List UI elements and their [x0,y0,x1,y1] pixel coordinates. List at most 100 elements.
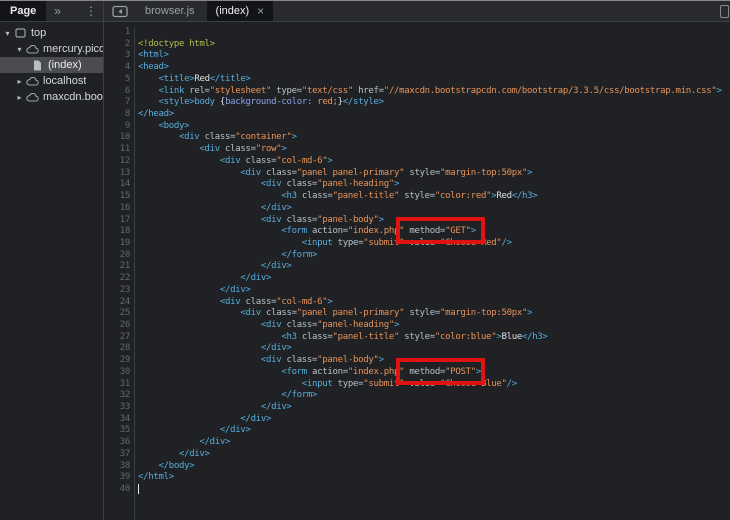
code-line: </div> [138,273,730,285]
code-line: <head> [138,62,730,74]
frame-icon [13,28,28,38]
line-number: 30 [104,367,130,379]
code-editor[interactable]: 1234567891011121314151617181920212223242… [104,22,730,520]
code-line: </html> [138,472,730,484]
close-icon[interactable]: × [257,5,264,17]
expander-icon[interactable]: ▾ [2,29,13,38]
show-navigator-icon[interactable] [111,1,129,21]
line-number: 2 [104,39,130,51]
line-number: 5 [104,74,130,86]
line-number: 39 [104,472,130,484]
code-line: <h3 class="panel-title" style="color:blu… [138,332,730,344]
file-icon [30,60,45,71]
line-number: 31 [104,379,130,391]
tree-item-label: localhost [43,75,86,87]
line-number: 22 [104,273,130,285]
line-number: 10 [104,132,130,144]
code-line: </div> [138,203,730,215]
line-number: 11 [104,144,130,156]
line-number: 6 [104,86,130,98]
code-line: </div> [138,285,730,297]
line-number: 16 [104,203,130,215]
tree-item-mercury-picoct[interactable]: ▾ mercury.picoct [0,41,103,57]
code-line: </div> [138,425,730,437]
line-number: 14 [104,179,130,191]
code-line: <html> [138,50,730,62]
line-number: 35 [104,425,130,437]
file-tree: ▾ top ▾ mercury.picoct (index) ▸ localhost ▸ max… [0,22,103,105]
panel-corner-icon[interactable] [720,5,729,18]
code-line: </div> [138,437,730,449]
line-number: 29 [104,355,130,367]
line-number: 17 [104,215,130,227]
text-cursor [138,484,139,494]
code-line: <title>Red</title> [138,74,730,86]
code-line [138,27,730,39]
code-line: <!doctype html> [138,39,730,51]
code-line: </div> [138,402,730,414]
line-number: 7 [104,97,130,109]
line-number: 28 [104,343,130,355]
tab-index-label: (index) [216,5,250,17]
line-number: 23 [104,285,130,297]
tab-page[interactable]: Page [0,1,46,21]
cloud-icon [25,93,40,102]
expander-icon[interactable]: ▸ [14,77,25,86]
code-line: </head> [138,109,730,121]
tree-item-maxcdn-bootst[interactable]: ▸ maxcdn.bootst [0,89,103,105]
tree-item-localhost[interactable]: ▸ localhost [0,73,103,89]
tab-browser-js[interactable]: browser.js [133,1,207,21]
expander-icon[interactable]: ▾ [14,45,25,54]
line-number: 1 [104,27,130,39]
tree-item-label: mercury.picoct [43,43,103,55]
code-line: </form> [138,390,730,402]
line-number: 27 [104,332,130,344]
line-number: 32 [104,390,130,402]
code-line: <div class="panel-heading"> [138,320,730,332]
line-number: 21 [104,261,130,273]
navigator-header: Page » ⋮ [0,1,103,22]
line-number: 37 [104,449,130,461]
line-number: 40 [104,484,130,496]
code-line: </body> [138,461,730,473]
code-line: <div class="panel panel-primary" style="… [138,308,730,320]
line-number: 8 [104,109,130,121]
line-number: 33 [104,402,130,414]
get-method-highlight [396,217,485,244]
line-number: 19 [104,238,130,250]
code-line: <div class="panel-heading"> [138,179,730,191]
code-content: <!doctype html><html><head> <title>Red</… [135,27,730,520]
tree-item-top[interactable]: ▾ top [0,25,103,41]
line-number: 25 [104,308,130,320]
post-method-highlight [396,358,485,385]
kebab-menu-icon[interactable]: ⋮ [85,4,97,18]
navigator-sidebar: Page » ⋮ ▾ top ▾ mercury.picoct (index) ▸ loca… [0,1,104,520]
line-number: 20 [104,250,130,262]
code-line: </div> [138,343,730,355]
tree-item-label: maxcdn.bootst [43,91,103,103]
line-number: 9 [104,121,130,133]
tree-item-index[interactable]: (index) [0,57,103,73]
line-number: 26 [104,320,130,332]
code-line: </div> [138,261,730,273]
line-number: 12 [104,156,130,168]
code-line: </form> [138,250,730,262]
line-numbers: 1234567891011121314151617181920212223242… [104,27,135,520]
tree-item-label: top [31,27,46,39]
line-number: 3 [104,50,130,62]
code-line: <link rel="stylesheet" type="text/css" h… [138,86,730,98]
more-tabs-icon[interactable]: » [54,4,61,18]
cloud-icon [25,45,40,54]
tree-item-label: (index) [48,59,82,71]
editor-pane: browser.js (index) × 1234567891011121314… [104,1,730,520]
line-number: 4 [104,62,130,74]
line-number: 24 [104,297,130,309]
tab-index[interactable]: (index) × [207,1,274,21]
code-line: <div class="col-md-6"> [138,297,730,309]
line-number: 13 [104,168,130,180]
editor-tab-bar: browser.js (index) × [104,1,730,22]
code-line: </div> [138,414,730,426]
expander-icon[interactable]: ▸ [14,93,25,102]
code-line: <body> [138,121,730,133]
line-number: 36 [104,437,130,449]
